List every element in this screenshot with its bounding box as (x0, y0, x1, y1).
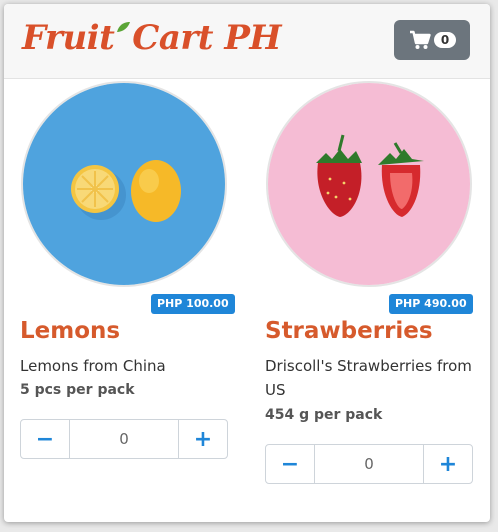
product-description: Lemons from China (20, 357, 166, 375)
product-image-lemons[interactable] (21, 81, 227, 287)
decrease-quantity-button[interactable]: − (21, 420, 70, 458)
product-pack-size: 454 g per pack (265, 407, 383, 423)
shopping-cart-icon (410, 30, 431, 49)
increase-quantity-button[interactable]: + (178, 420, 227, 458)
navbar: Fruit Cart PH 0 (4, 4, 490, 79)
quantity-input[interactable] (70, 420, 178, 458)
product-image-strawberries[interactable] (266, 81, 472, 287)
cart-count-badge: 0 (434, 32, 456, 48)
quantity-stepper: − + (265, 444, 473, 484)
leaf-icon (117, 22, 131, 32)
logo-text-1: Fruit (22, 18, 115, 58)
decrease-quantity-button[interactable]: − (266, 445, 315, 483)
quantity-input[interactable] (315, 445, 423, 483)
app-window: Fruit Cart PH 0 PHP 100.00 Lemons Lemons… (4, 4, 490, 522)
product-description: Driscoll's Strawberries from US (265, 357, 472, 399)
logo-text-2: Cart PH (132, 18, 282, 58)
cart-button[interactable]: 0 (394, 20, 470, 60)
price-badge: PHP 100.00 (151, 294, 235, 314)
brand-logo[interactable]: Fruit Cart PH (22, 18, 282, 58)
increase-quantity-button[interactable]: + (423, 445, 472, 483)
product-name: Lemons (20, 318, 121, 344)
product-pack-size: 5 pcs per pack (20, 382, 135, 398)
product-name: Strawberries (265, 318, 433, 344)
price-badge: PHP 490.00 (389, 294, 473, 314)
quantity-stepper: − + (20, 419, 228, 459)
